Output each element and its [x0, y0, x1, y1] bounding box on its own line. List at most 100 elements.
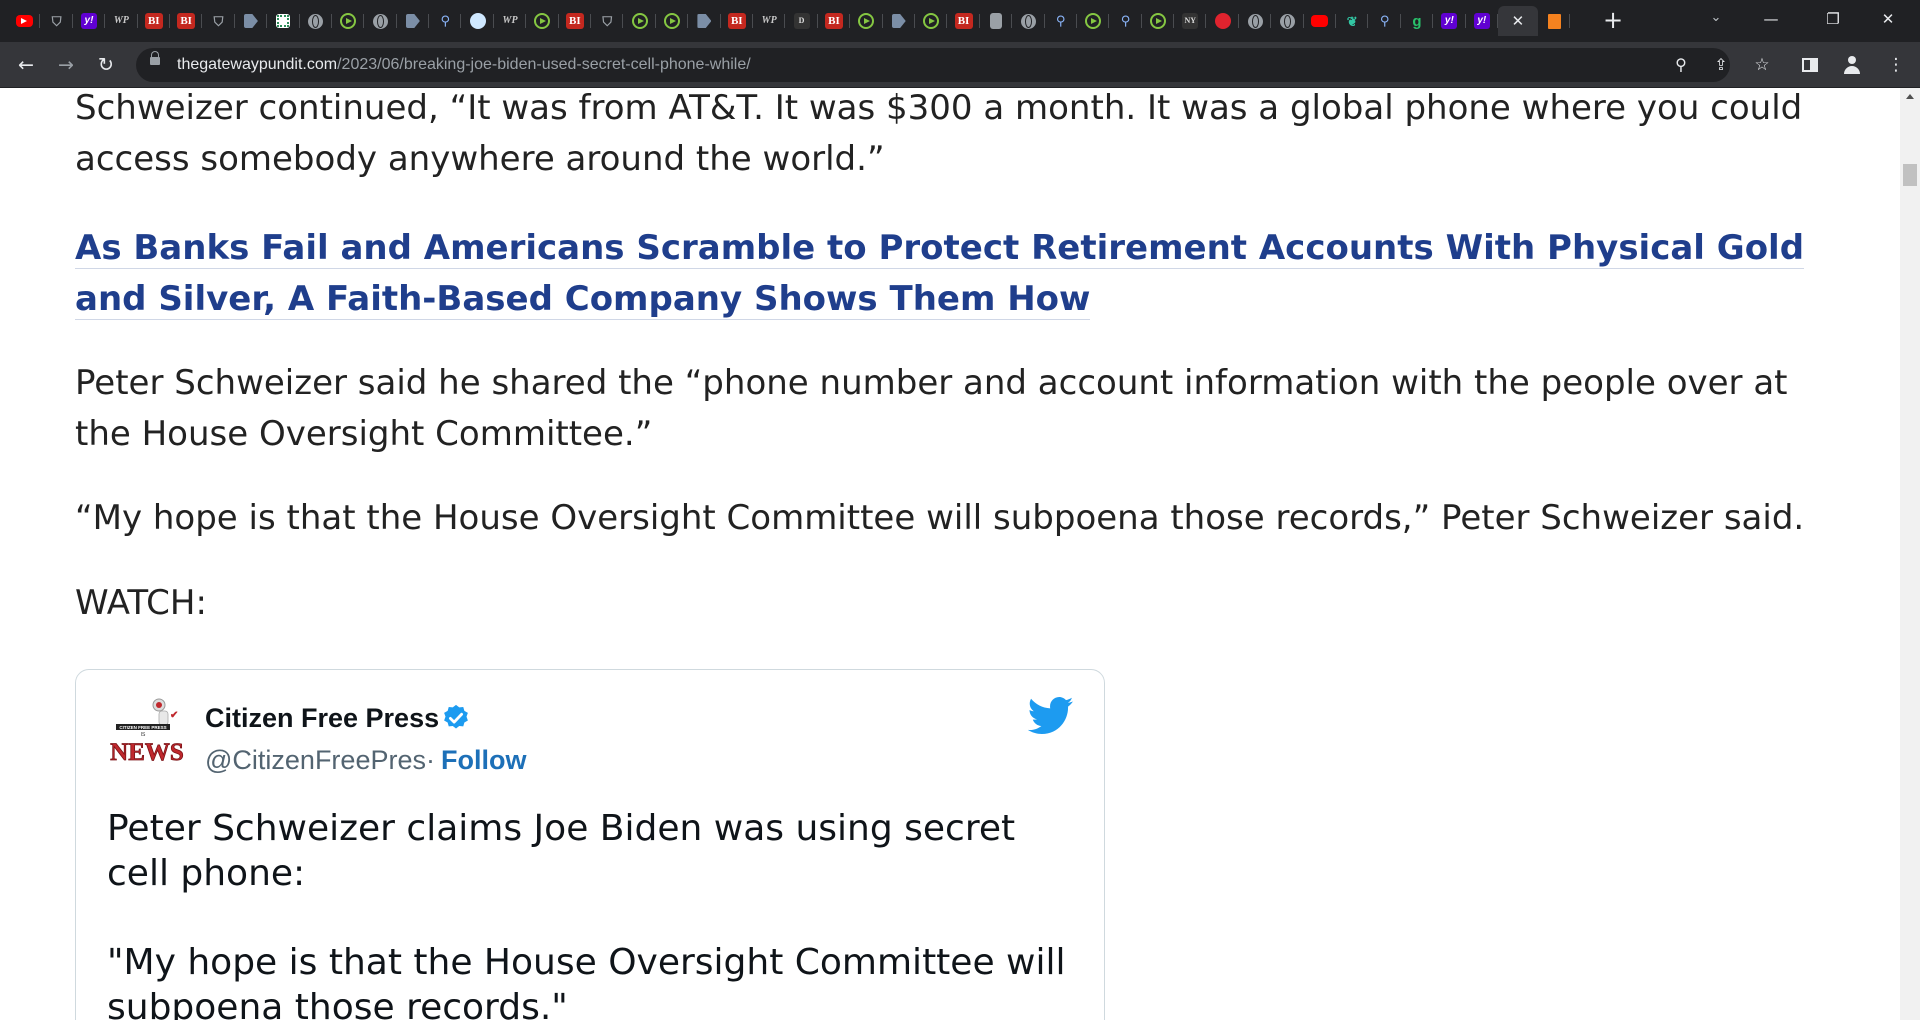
shield-icon: ⛉ — [602, 13, 613, 29]
back-icon[interactable]: ← — [12, 51, 40, 79]
business-insider-icon: BI — [727, 13, 746, 29]
browser-tab[interactable]: y! — [1433, 6, 1466, 36]
rumble-icon — [340, 13, 357, 29]
side-panel-icon[interactable] — [1802, 58, 1818, 72]
browser-tab[interactable] — [235, 6, 268, 36]
browser-tab[interactable] — [364, 6, 398, 36]
business-insider-icon: BI — [565, 13, 584, 29]
dg-icon — [891, 14, 906, 28]
reload-icon[interactable]: ↻ — [92, 51, 120, 79]
twitter-bird-icon[interactable] — [1028, 696, 1074, 736]
yahoo-icon: y! — [1473, 13, 1490, 29]
lock-icon[interactable] — [150, 51, 160, 65]
share-icon[interactable]: ⇪ — [1709, 53, 1733, 77]
browser-tab[interactable]: ⛉ — [591, 6, 624, 36]
bookmark-star-icon[interactable]: ☆ — [1748, 51, 1776, 79]
new-tab-button[interactable]: + — [1600, 8, 1626, 34]
browser-tab[interactable] — [267, 6, 300, 36]
browser-tab[interactable]: y! — [73, 6, 106, 36]
browser-tab[interactable] — [1012, 6, 1045, 36]
scroll-thumb[interactable] — [1903, 164, 1917, 186]
tweet-text: "My hope is that the House Oversight Com… — [107, 942, 1066, 1020]
browser-tab[interactable] — [1538, 6, 1571, 36]
browser-tab[interactable] — [1304, 6, 1337, 36]
browser-tab[interactable] — [8, 6, 41, 36]
browser-tab[interactable]: ⚲ — [1368, 6, 1402, 36]
browser-tab[interactable]: ⚲ — [429, 6, 462, 36]
tab-active[interactable]: ✕ — [1497, 6, 1538, 36]
tweet-handle[interactable]: @CitizenFreePres — [205, 744, 426, 776]
tab-list: ⛉ y! WP BI BI ⛉ ⚲ WP BI ⛉ BI WP D BI BI ⚲ ⚲ NY ❦ ⚲ g y! y! ✕ — [8, 6, 1571, 36]
scroll-up-icon[interactable] — [1906, 94, 1914, 99]
profile-icon[interactable] — [1842, 55, 1862, 75]
browser-tab[interactable]: WP — [105, 6, 138, 36]
yahoo-icon: y! — [1441, 13, 1458, 29]
browser-tab[interactable] — [688, 6, 721, 36]
browser-tab[interactable]: WP — [494, 6, 527, 36]
browser-tab[interactable]: BI — [170, 6, 203, 36]
browser-tab[interactable]: ⚲ — [1109, 6, 1143, 36]
globe-icon — [1247, 13, 1263, 29]
browser-tab[interactable] — [883, 6, 916, 36]
browser-tab[interactable] — [332, 6, 365, 36]
g-icon: g — [1412, 12, 1422, 30]
browser-tab[interactable]: BI — [138, 6, 171, 36]
browser-tab[interactable] — [623, 6, 657, 36]
page-scrollbar[interactable] — [1900, 88, 1920, 1020]
address-bar[interactable]: thegatewaypundit.com/2023/06/breaking-jo… — [136, 48, 1730, 82]
browser-tab[interactable]: ⚲ — [1045, 6, 1078, 36]
follow-link[interactable]: Follow — [441, 744, 526, 776]
shield-icon: ⛉ — [51, 13, 62, 29]
browser-tab[interactable] — [526, 6, 560, 36]
tweet-avatar[interactable]: ✔ CITIZEN FREE PRESS IS NEWS — [110, 696, 192, 778]
browser-tab[interactable]: NY — [1174, 6, 1207, 36]
browser-tab[interactable] — [850, 6, 883, 36]
browser-tab[interactable]: BI — [559, 6, 592, 36]
globe-icon — [1279, 13, 1295, 29]
promo-link[interactable]: As Banks Fail and Americans Scramble to … — [75, 223, 1815, 325]
browser-tab[interactable] — [461, 6, 495, 36]
browser-tab[interactable] — [1271, 6, 1305, 36]
browser-tab[interactable] — [300, 6, 333, 36]
url-path: /2023/06/breaking-joe-biden-used-secret-… — [337, 56, 751, 73]
browser-tab[interactable]: D — [785, 6, 819, 36]
browser-tab[interactable]: BI — [947, 6, 981, 36]
article-paragraph: Peter Schweizer said he shared the “phon… — [75, 363, 1788, 454]
avatar-small-text: CITIZEN FREE PRESS — [119, 725, 166, 730]
browser-tab[interactable]: WP — [753, 6, 786, 36]
browser-tab[interactable] — [1077, 6, 1110, 36]
rumble-icon — [858, 13, 875, 29]
browser-tab[interactable]: ⛉ — [202, 6, 236, 36]
browser-tab[interactable] — [915, 6, 948, 36]
business-insider-icon: BI — [824, 13, 843, 29]
browser-tab[interactable] — [397, 6, 430, 36]
browser-tab[interactable]: g — [1401, 6, 1434, 36]
browser-tab[interactable]: y! — [1466, 6, 1499, 36]
browser-tab[interactable] — [1206, 6, 1240, 36]
rumble-icon — [631, 13, 648, 29]
search-icon: ⚲ — [440, 13, 451, 29]
zoom-icon[interactable]: ⚲ — [1669, 53, 1693, 77]
browser-tab[interactable]: ⛉ — [40, 6, 74, 36]
browser-tab[interactable]: BI — [721, 6, 754, 36]
restore-icon[interactable]: ❐ — [1810, 0, 1856, 40]
menu-icon[interactable]: ⋮ — [1882, 51, 1910, 79]
svg-text:✔: ✔ — [170, 710, 178, 721]
article-paragraph: “My hope is that the House Oversight Com… — [75, 498, 1805, 538]
browser-tab[interactable] — [980, 6, 1013, 36]
browser-tab[interactable]: ❦ — [1336, 6, 1369, 36]
browser-tab[interactable] — [1142, 6, 1175, 36]
browser-tab[interactable] — [656, 6, 689, 36]
tweet-author-name[interactable]: Citizen Free Press — [205, 702, 439, 734]
close-icon[interactable]: ✕ — [1512, 12, 1525, 30]
url-text[interactable]: thegatewaypundit.com/2023/06/breaking-jo… — [177, 56, 751, 74]
browser-tab[interactable]: BI — [818, 6, 851, 36]
window-close-icon[interactable]: ✕ — [1865, 0, 1911, 40]
forward-icon[interactable]: → — [52, 51, 80, 79]
embedded-tweet[interactable]: ✔ CITIZEN FREE PRESS IS NEWS Citizen Fre… — [75, 669, 1105, 1020]
news-icon: NY — [1182, 13, 1199, 29]
minimize-icon[interactable]: — — [1748, 0, 1794, 40]
promo-link-text[interactable]: As Banks Fail and Americans Scramble to … — [75, 228, 1805, 320]
tab-search-icon[interactable]: ⌄ — [1706, 10, 1726, 30]
browser-tab[interactable] — [1239, 6, 1272, 36]
